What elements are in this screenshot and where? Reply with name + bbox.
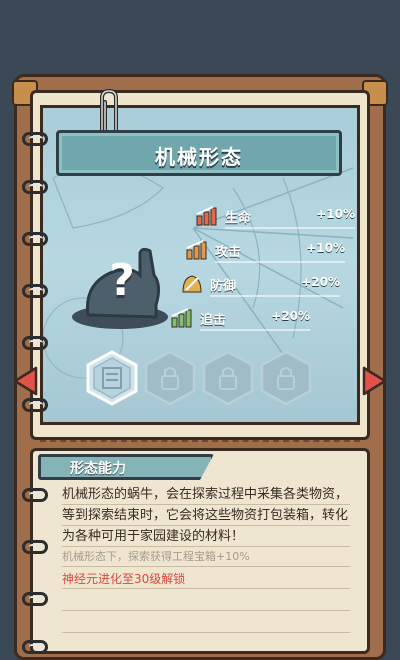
- stat-underline: [210, 295, 340, 297]
- stat-row-pursuit: 追击 +20%: [170, 308, 310, 331]
- arrow-left-icon[interactable]: [12, 366, 38, 396]
- upgrade-arrow-icon: [182, 275, 202, 293]
- stat-row-defense: 防御 +20%: [180, 274, 340, 297]
- stat-label-defense: 防御: [210, 279, 237, 294]
- ability-bonus: 机械形态下，探索获得工程宝箱+10%: [62, 550, 250, 563]
- note-line: [62, 566, 350, 567]
- stat-label-pursuit: 追击: [200, 313, 227, 328]
- binder-ring: [22, 232, 48, 246]
- stat-value-defense: +20%: [301, 275, 340, 289]
- upgrade-arrow-icon: [171, 308, 192, 328]
- upgrade-arrow-icon: [196, 206, 217, 226]
- form-slot-locked[interactable]: [144, 350, 196, 406]
- unlock-requirement: 神经元进化至30级解锁: [62, 572, 186, 586]
- stat-value-attack: +10%: [306, 241, 345, 255]
- mystery-symbol: ?: [109, 255, 135, 306]
- note-line: [62, 525, 350, 526]
- stat-row-attack: 攻击 +10%: [185, 240, 345, 263]
- binder-ring: [22, 284, 48, 298]
- note-line: [62, 610, 350, 611]
- binder-ring: [22, 180, 48, 194]
- binder-ring: [22, 488, 48, 502]
- stat-underline: [225, 227, 355, 229]
- note-line: [62, 546, 350, 547]
- binder-ring: [22, 336, 48, 350]
- stat-underline: [215, 261, 345, 263]
- binder-ring: [22, 398, 48, 412]
- stat-underline: [200, 329, 310, 331]
- title-plate: 机械形态: [56, 130, 342, 176]
- note-line: [62, 504, 350, 505]
- ability-description: 机械形态的蜗牛，会在探索过程中采集各类物资，等到探索结束时，它会将这些物资打包装…: [62, 487, 349, 544]
- stat-label-attack: 攻击: [215, 245, 242, 260]
- ability-tab-label: 形态能力: [70, 461, 126, 477]
- upgrade-arrow-icon: [186, 240, 207, 260]
- form-slot-locked[interactable]: [202, 350, 254, 406]
- form-slot-selected[interactable]: [86, 350, 138, 406]
- binder-ring: [22, 640, 48, 654]
- stat-value-pursuit: +20%: [271, 309, 310, 323]
- binder-ring: [22, 132, 48, 146]
- ability-tab: [38, 454, 214, 480]
- stat-row-hp: 生命 +10%: [195, 206, 355, 229]
- note-line: [62, 632, 350, 633]
- binder-ring: [22, 540, 48, 554]
- arrow-right-icon[interactable]: [362, 366, 388, 396]
- page-divider: [40, 440, 360, 446]
- note-line: [62, 588, 350, 589]
- form-slot-locked[interactable]: [260, 350, 312, 406]
- form-title: 机械形态: [155, 145, 243, 169]
- stat-value-hp: +10%: [316, 207, 355, 221]
- binder-ring: [22, 592, 48, 606]
- stat-label-hp: 生命: [225, 211, 252, 226]
